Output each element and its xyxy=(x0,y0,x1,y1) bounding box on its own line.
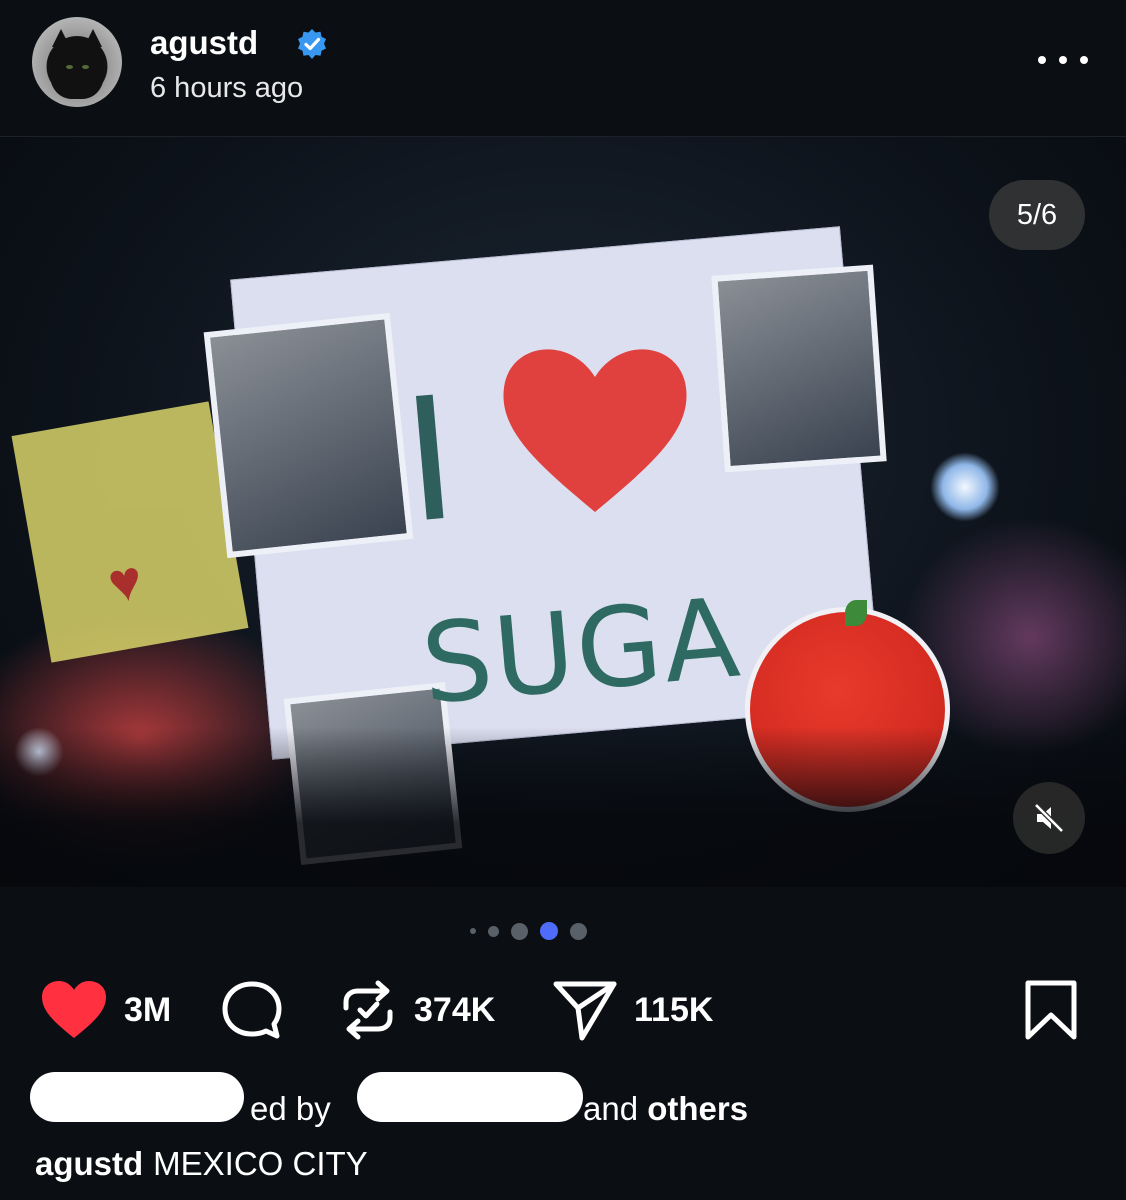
carousel-dot xyxy=(570,922,587,940)
carousel-dot xyxy=(511,922,528,940)
comment-button[interactable] xyxy=(220,975,284,1045)
sign-photo xyxy=(711,264,887,473)
heart-icon xyxy=(42,981,106,1038)
caption: agustd MEXICO CITY xyxy=(35,1145,368,1183)
carousel-dot xyxy=(488,925,499,937)
and-text: and xyxy=(583,1090,648,1127)
bookmark-icon xyxy=(1025,980,1077,1040)
post-header: agustd 6 hours ago xyxy=(0,0,1126,137)
others-link[interactable]: others xyxy=(647,1090,748,1127)
caption-text: MEXICO CITY xyxy=(153,1145,368,1182)
avatar[interactable] xyxy=(32,17,122,107)
media-counter: 5/6 xyxy=(989,180,1085,250)
sign-heart xyxy=(503,349,687,512)
share-count: 115K xyxy=(634,990,714,1029)
share-button[interactable]: 115K xyxy=(552,975,713,1045)
like-count: 3M xyxy=(124,990,172,1029)
carousel-dot-active xyxy=(540,922,558,940)
liked-by-tail: and others xyxy=(583,1090,748,1128)
carousel-indicator xyxy=(470,920,610,942)
repost-button[interactable]: 374K xyxy=(338,975,495,1045)
carousel-dot xyxy=(470,928,476,934)
comment-icon xyxy=(222,981,282,1039)
more-icon[interactable] xyxy=(1038,48,1088,72)
like-button[interactable]: 3M xyxy=(40,975,171,1045)
username[interactable]: agustd xyxy=(150,24,258,62)
redacted-avatar-and-text xyxy=(30,1072,244,1122)
redacted-username xyxy=(357,1072,583,1122)
fan-sign: I SUGA xyxy=(203,212,950,866)
repost-icon xyxy=(343,980,393,1040)
verified-icon xyxy=(298,29,326,59)
post-timestamp: 6 hours ago xyxy=(150,72,304,104)
liked-by-partial-text: ed by xyxy=(250,1090,331,1127)
bookmark-button[interactable] xyxy=(1020,975,1082,1045)
sign-photo xyxy=(203,312,414,559)
action-bar: 3M 374K 115K xyxy=(0,975,1126,1045)
caption-username[interactable]: agustd xyxy=(35,1145,143,1182)
share-icon xyxy=(553,981,617,1041)
post-media[interactable]: ♥ I SUGA 5/6 xyxy=(0,137,1126,887)
mute-icon[interactable] xyxy=(1013,782,1085,854)
repost-count: 374K xyxy=(414,990,496,1029)
